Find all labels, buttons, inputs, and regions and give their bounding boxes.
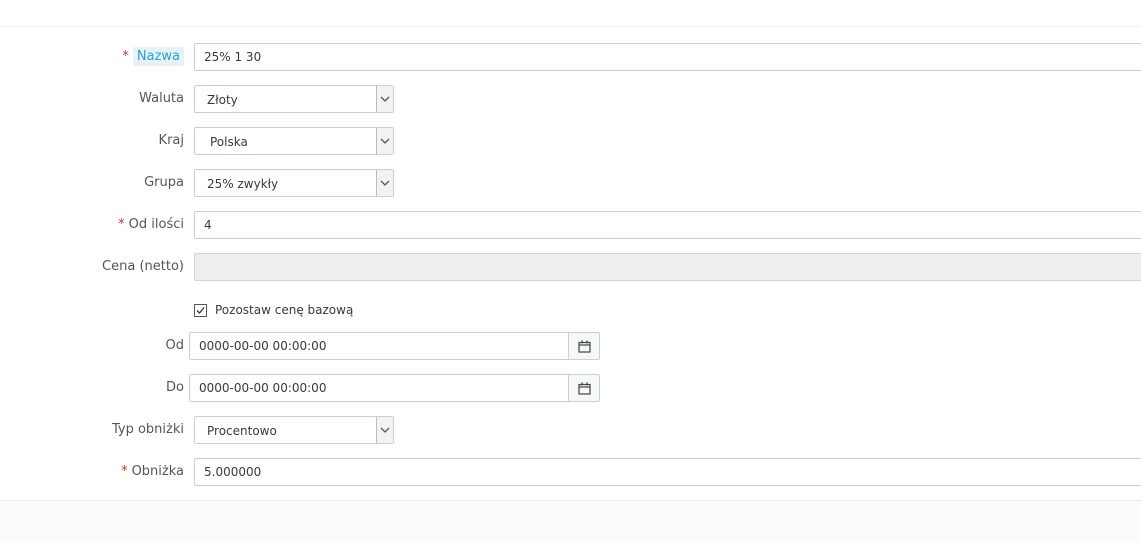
date-to-input[interactable]: 0000-00-00 00:00:00	[189, 374, 569, 402]
reduction-label: * Obniżka	[121, 458, 184, 486]
keep-base-price-checkbox[interactable]	[194, 303, 207, 317]
required-marker: *	[121, 464, 128, 479]
reduction-value: 5.000000	[204, 465, 262, 479]
date-from-label: Od	[165, 338, 184, 353]
panel-footer	[0, 500, 1141, 542]
date-to-label: Do	[166, 380, 184, 395]
name-label-text: Nazwa	[132, 47, 184, 66]
date-from-input[interactable]: 0000-00-00 00:00:00	[189, 332, 569, 360]
name-input-value: 25% 1 30	[204, 50, 262, 64]
currency-label: Waluta	[139, 91, 184, 106]
check-icon	[196, 306, 205, 314]
from-quantity-value: 4	[204, 218, 212, 232]
form-row-date-to: Do 0000-00-00 00:00:00	[0, 374, 1141, 402]
name-label: * Nazwa	[122, 43, 184, 71]
group-select[interactable]: 25% zwykły	[194, 169, 394, 197]
calendar-icon	[577, 382, 591, 395]
form-row-country: Kraj Polska	[0, 127, 1141, 155]
currency-select-value: Złoty	[207, 93, 238, 107]
chevron-down-icon[interactable]	[376, 128, 393, 154]
top-divider	[0, 26, 1141, 27]
date-from-value: 0000-00-00 00:00:00	[199, 339, 327, 353]
date-to-value: 0000-00-00 00:00:00	[199, 381, 327, 395]
chevron-down-icon[interactable]	[376, 417, 393, 443]
required-marker: *	[118, 217, 125, 232]
price-net-label: Cena (netto)	[102, 259, 184, 274]
date-from-calendar-button[interactable]	[568, 332, 600, 360]
reduction-label-text: Obniżka	[131, 464, 184, 479]
country-select-value: Polska	[210, 135, 248, 149]
form-row-reduction-type: Typ obniżki Procentowo	[0, 416, 1141, 444]
form-row-currency: Waluta Złoty	[0, 85, 1141, 113]
group-select-value: 25% zwykły	[207, 177, 279, 191]
keep-base-price-label: Pozostaw cenę bazową	[215, 303, 354, 317]
country-select[interactable]: Polska	[194, 127, 394, 155]
required-marker: *	[122, 49, 129, 64]
currency-select[interactable]: Złoty	[194, 85, 394, 113]
form-row-group: Grupa 25% zwykły	[0, 169, 1141, 197]
reduction-input[interactable]: 5.000000	[194, 458, 1141, 486]
from-quantity-label: * Od ilości	[118, 211, 184, 239]
form-row-date-from: Od 0000-00-00 00:00:00	[0, 332, 1141, 360]
form-row-from-quantity: * Od ilości 4	[0, 211, 1141, 239]
reduction-type-select[interactable]: Procentowo	[194, 416, 394, 444]
name-input[interactable]: 25% 1 30	[194, 43, 1141, 71]
chevron-down-icon[interactable]	[376, 170, 393, 196]
chevron-down-icon[interactable]	[376, 86, 393, 112]
country-label: Kraj	[158, 133, 184, 148]
reduction-type-label: Typ obniżki	[111, 422, 184, 437]
calendar-icon	[577, 340, 591, 353]
from-quantity-label-text: Od ilości	[128, 217, 184, 232]
reduction-type-value: Procentowo	[207, 424, 277, 438]
form-row-price-net: Cena (netto)	[0, 253, 1141, 281]
form-row-reduction: * Obniżka 5.000000	[0, 458, 1141, 486]
from-quantity-input[interactable]: 4	[194, 211, 1141, 239]
group-label: Grupa	[144, 175, 184, 190]
date-to-calendar-button[interactable]	[568, 374, 600, 402]
price-net-input[interactable]	[194, 253, 1141, 281]
form-row-name: * Nazwa 25% 1 30	[0, 43, 1141, 71]
keep-base-price-option[interactable]: Pozostaw cenę bazową	[194, 301, 353, 319]
